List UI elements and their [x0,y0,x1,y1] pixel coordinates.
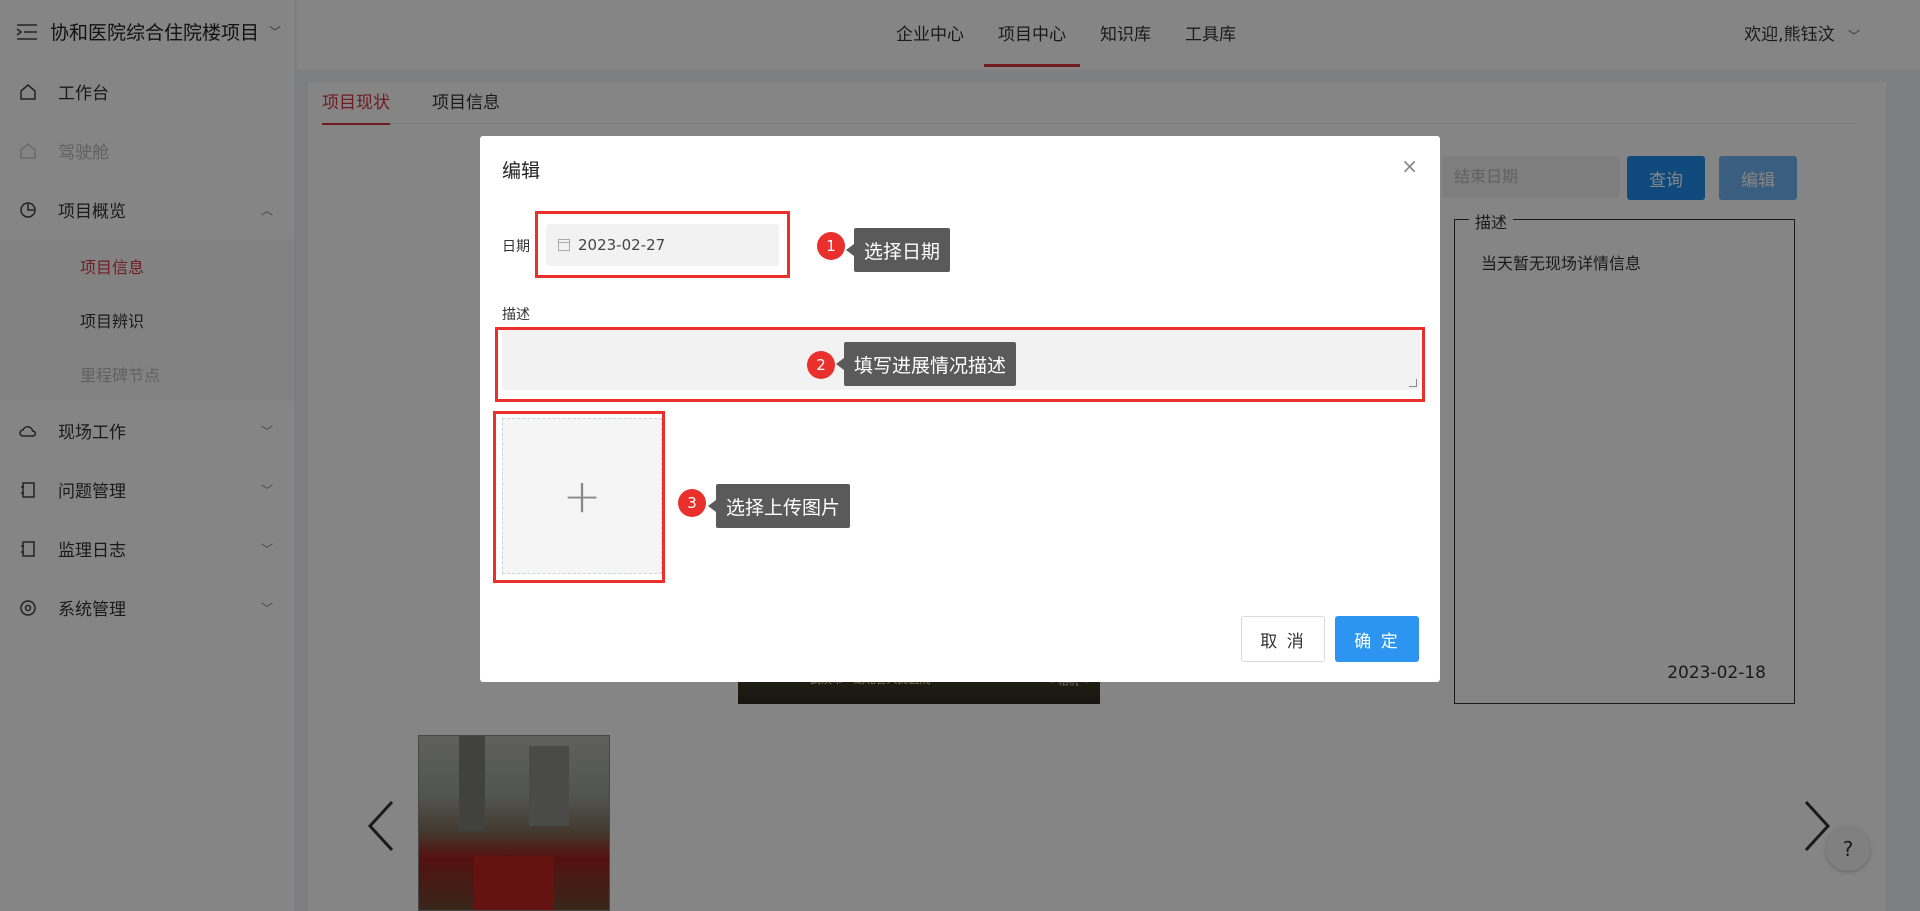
edit-modal: 编辑 × 日期 2023-02-27 描述 + 取 消 确 定 1 选择日期 2… [480,136,1440,682]
modal-title: 编辑 [502,160,541,182]
confirm-button[interactable]: 确 定 [1335,616,1419,662]
annotation-tip-2: 填写进展情况描述 [844,342,1017,386]
cancel-button[interactable]: 取 消 [1241,616,1325,662]
annotation-badge-2: 2 [807,351,835,379]
annotation-tip-3: 选择上传图片 [716,484,851,528]
annotation-badge-3: 3 [678,489,706,517]
annotation-box-upload [493,411,665,583]
annotation-badge-1: 1 [817,232,845,260]
close-icon[interactable]: × [1401,154,1418,178]
annotation-box-date [535,211,790,278]
date-label: 日期 [502,239,530,255]
annotation-tip-1: 选择日期 [854,228,951,272]
description-label: 描述 [502,307,530,323]
